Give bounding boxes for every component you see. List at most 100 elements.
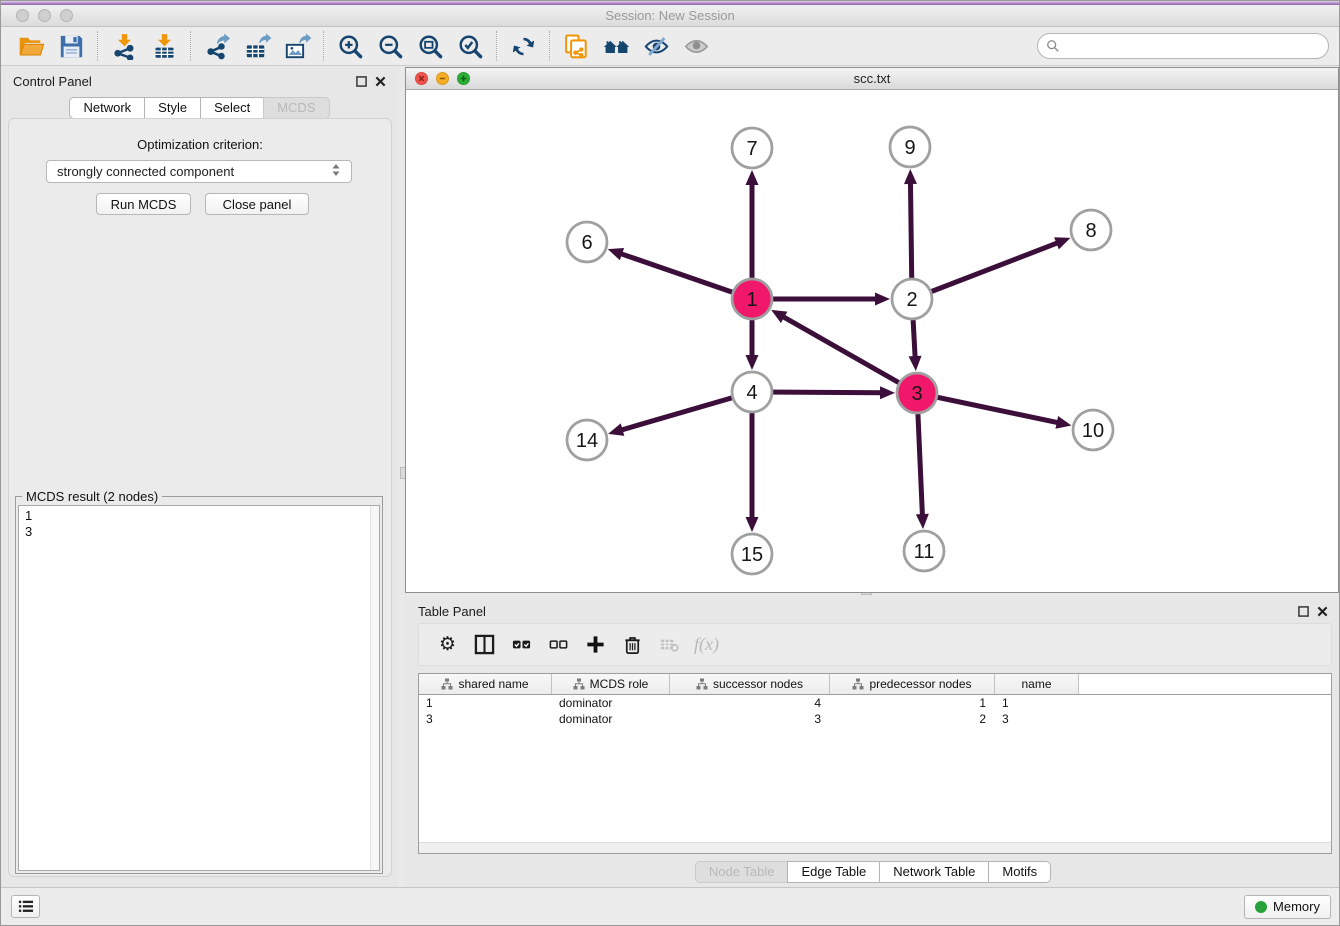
column-sort-icon [441,678,453,690]
graph-edge-arrowhead [1054,237,1070,249]
table-cell: dominator [552,696,670,710]
apply-function-button[interactable]: f(x) [688,628,725,662]
column-header-name[interactable]: name [995,674,1079,694]
graph-edge-3-10[interactable] [917,393,1059,423]
column-header-label: MCDS role [590,677,649,691]
network-canvas[interactable]: 7968124314101511 [406,90,1338,592]
import-table-button[interactable] [144,29,184,63]
close-panel-button[interactable]: Close panel [205,193,309,215]
run-mcds-button[interactable]: Run MCDS [96,193,191,215]
zoom-fit-icon [417,33,444,60]
graph-node-label-8: 8 [1085,220,1096,242]
tab-mcds[interactable]: MCDS [263,97,329,119]
tab-network[interactable]: Network [69,97,145,119]
graph-edge-arrowhead [746,355,759,370]
float-panel-icon[interactable] [356,76,367,87]
graph-edge-arrowhead [608,248,624,260]
delete-row-button[interactable] [614,628,651,662]
table-panel-title: Table Panel [418,604,486,619]
graph-edge-arrowhead [916,514,929,529]
table-cell: 1 [830,696,995,710]
table-row[interactable]: 1dominator411 [419,695,1331,711]
table-cell: 1 [419,696,552,710]
tab-node-table[interactable]: Node Table [695,861,789,883]
result-scrollbar[interactable] [370,506,379,870]
export-network-button[interactable] [197,29,237,63]
zoom-fit-button[interactable] [410,29,450,63]
session-title: Session: New Session [1,8,1339,23]
tab-edge-table[interactable]: Edge Table [787,861,880,883]
table-cell: 3 [995,712,1079,726]
zoom-out-button[interactable] [370,29,410,63]
graph-node-label-14: 14 [576,430,598,452]
column-header-label: successor nodes [713,677,803,691]
eye-slash-icon [643,33,670,60]
table-panel: Table Panel ⚙ [405,596,1340,889]
unselect-all-button[interactable] [540,628,577,662]
graph-edge-arrowhead [904,169,917,184]
home-networks-button[interactable] [596,29,636,63]
table-settings-button[interactable]: ⚙ [429,628,466,662]
result-line: 3 [25,524,373,540]
graph-edge-2-8[interactable] [912,243,1058,299]
toolbar-separator [496,31,497,61]
graph-edge-3-1[interactable] [782,316,917,393]
table-cell: 2 [830,712,995,726]
checked-boxes-icon [511,634,532,655]
zoom-in-button[interactable] [330,29,370,63]
save-session-button[interactable] [51,29,91,63]
close-panel-icon[interactable] [375,76,386,87]
table-cell: 4 [670,696,830,710]
clone-network-button[interactable] [556,29,596,63]
zoom-selected-button[interactable] [450,29,490,63]
hide-graphics-details-button[interactable] [636,29,676,63]
column-header-label: shared name [458,677,528,691]
criterion-select[interactable]: strongly connected component [46,160,352,183]
control-panel-title: Control Panel [13,74,92,89]
search-input[interactable] [1065,39,1320,54]
open-session-button[interactable] [11,29,51,63]
graph-node-label-1: 1 [746,289,757,311]
refresh-view-button[interactable] [503,29,543,63]
network-file-title: scc.txt [406,71,1338,86]
save-disk-icon [58,33,85,60]
export-table-button[interactable] [237,29,277,63]
search-field[interactable] [1037,33,1329,59]
column-header-shared-name[interactable]: shared name [419,674,552,694]
task-history-button[interactable] [11,895,40,918]
close-panel-icon[interactable] [1317,606,1328,617]
export-table-icon [244,33,271,60]
trash-icon [622,634,643,655]
show-graphics-details-button[interactable] [676,29,716,63]
column-header-MCDS-role[interactable]: MCDS role [552,674,670,694]
add-row-button[interactable] [577,628,614,662]
toolbar-separator [323,31,324,61]
mcds-result-textarea[interactable]: 13 [18,505,380,871]
import-network-button[interactable] [104,29,144,63]
export-image-button[interactable] [277,29,317,63]
control-panel: Control Panel NetworkStyleSelectMCDS Opt… [1,66,398,887]
mcds-result-group: MCDS result (2 nodes) 13 [15,496,383,874]
graph-node-label-9: 9 [904,137,915,159]
graph-node-label-3: 3 [911,383,922,405]
control-panel-tabs: NetworkStyleSelectMCDS [1,97,398,119]
tab-select[interactable]: Select [200,97,264,119]
select-all-button[interactable] [503,628,540,662]
delete-table-icon [659,634,680,655]
criterion-value: strongly connected component [57,164,234,179]
memory-button[interactable]: Memory [1244,895,1331,919]
column-sort-icon [852,678,864,690]
tab-motifs[interactable]: Motifs [988,861,1051,883]
optimization-criterion-label: Optimization criterion: [9,137,391,152]
show-columns-button[interactable] [466,628,503,662]
column-header-predecessor-nodes[interactable]: predecessor nodes [830,674,995,694]
tab-network-table[interactable]: Network Table [879,861,989,883]
tab-style[interactable]: Style [144,97,201,119]
table-row[interactable]: 3dominator323 [419,711,1331,727]
function-icon: f(x) [694,634,719,655]
search-icon [1046,39,1060,53]
column-header-successor-nodes[interactable]: successor nodes [670,674,830,694]
delete-table-button[interactable] [651,628,688,662]
table-horizontal-scrollbar[interactable] [419,842,1331,853]
float-panel-icon[interactable] [1298,606,1309,617]
